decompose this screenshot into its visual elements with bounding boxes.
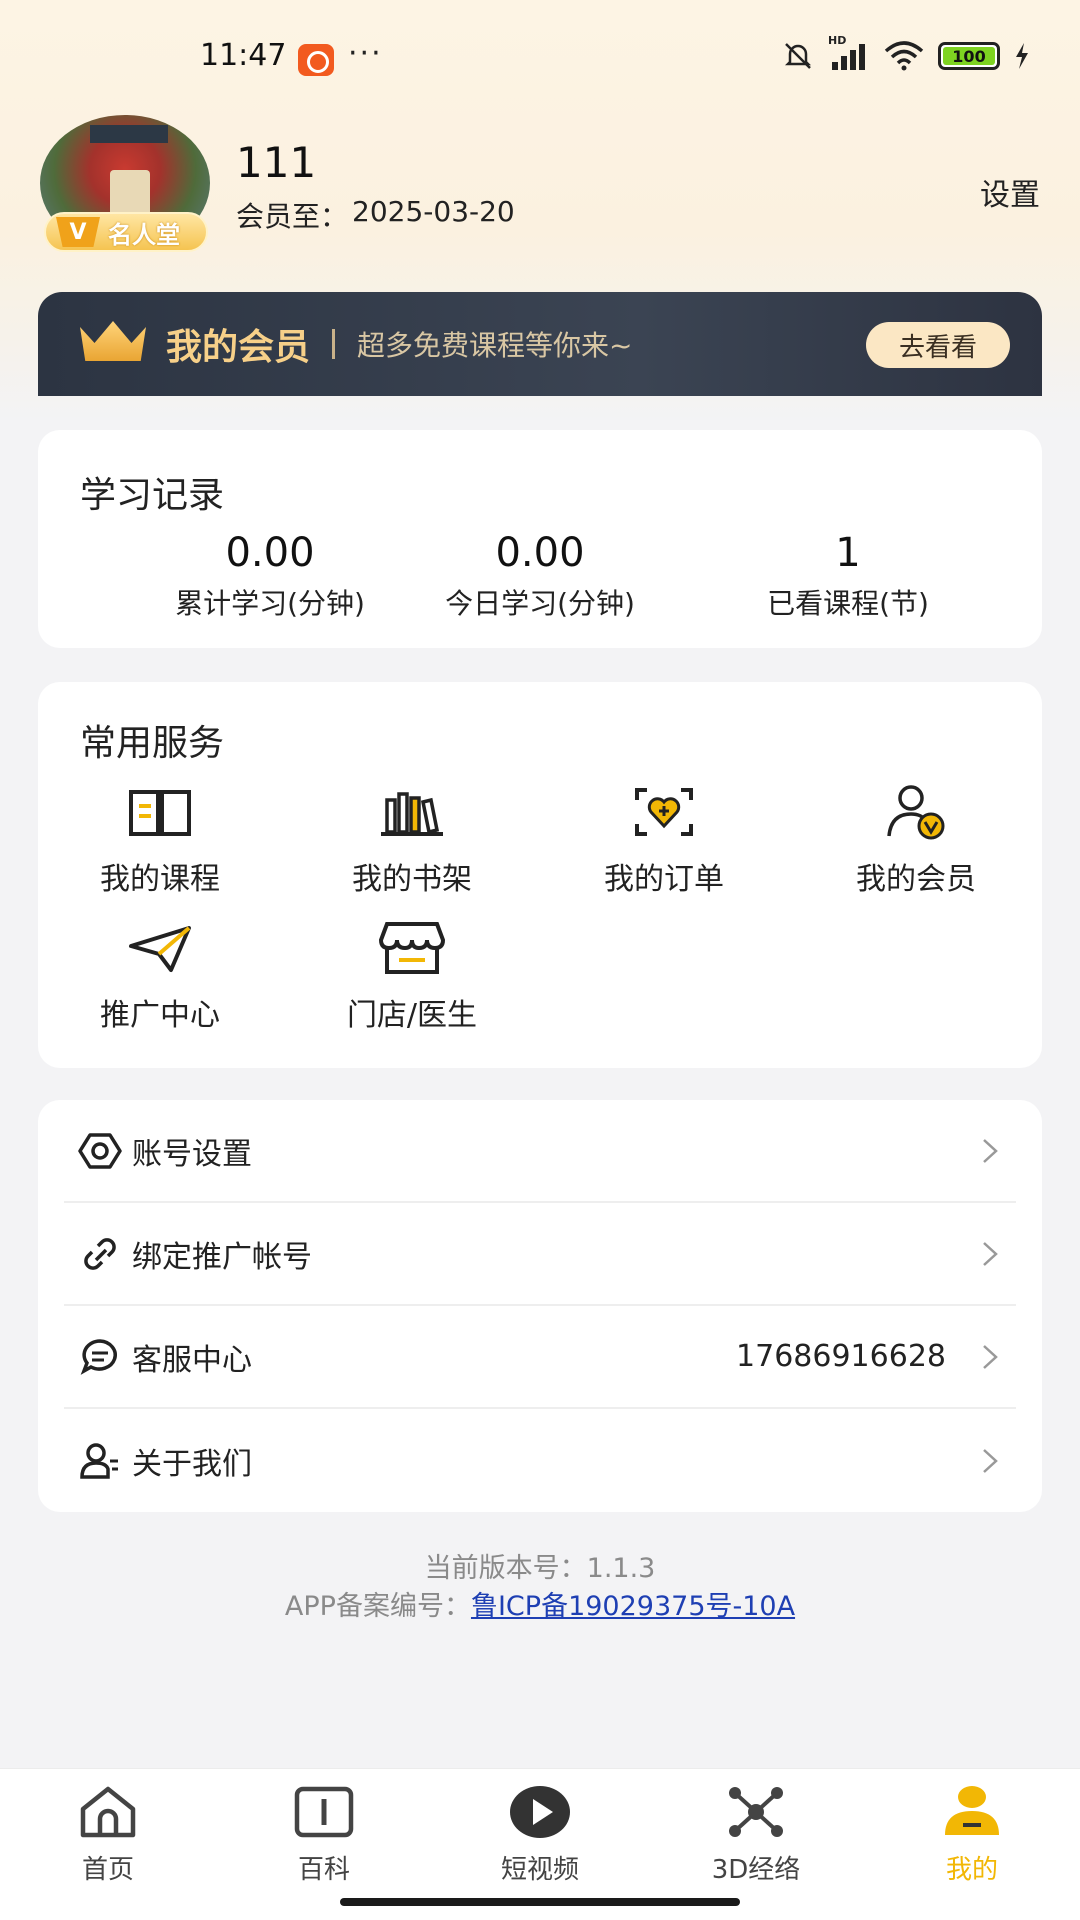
service-store-doctor[interactable]: 门店/医生 — [312, 918, 512, 1034]
customer-service-phone[interactable]: 17686916628 — [736, 1339, 946, 1374]
app-notification-icon — [298, 44, 334, 76]
tab-label: 百科 — [297, 1855, 350, 1885]
banner-divider — [332, 329, 336, 359]
menu-label: 绑定推广帐号 — [132, 1239, 312, 1275]
stat-value: 0.00 — [225, 530, 315, 576]
service-label: 我的课程 — [100, 862, 220, 897]
hall-of-fame-badge: V 名人堂 — [44, 212, 208, 252]
person-info-icon — [80, 1442, 118, 1479]
menu-customer-service[interactable]: 客服中心 17686916628 — [64, 1306, 1016, 1409]
service-my-bookshelf[interactable]: 我的书架 — [312, 782, 512, 898]
service-promotion-center[interactable]: 推广中心 — [60, 918, 260, 1034]
settings-button[interactable]: 设置 — [980, 170, 1040, 214]
service-label: 我的书架 — [352, 862, 472, 897]
bookshelf-icon — [381, 792, 443, 836]
signal-icon: HD — [828, 34, 870, 72]
home-icon — [80, 1786, 136, 1838]
stat-value: 1 — [835, 530, 861, 576]
encyclopedia-icon — [294, 1786, 354, 1838]
stat-label: 已看课程(节) — [767, 587, 929, 620]
stat-today-minutes[interactable]: 0.00 今日学习(分钟) — [390, 530, 690, 622]
menu-bind-promotion-account[interactable]: 绑定推广帐号 — [64, 1203, 1016, 1306]
vip-v-icon: V — [56, 217, 100, 247]
username: 111 — [236, 138, 317, 187]
tab-label: 首页 — [81, 1855, 134, 1885]
settings-menu-card: 账号设置 绑定推广帐号 客服中心 17686916628 关于我们 — [38, 1100, 1042, 1512]
member-banner-subtitle: 超多免费课程等你来~ — [357, 329, 633, 362]
member-icon — [887, 785, 945, 840]
home-indicator — [340, 1898, 740, 1906]
member-expiry-prefix: 会员至： — [236, 200, 349, 233]
order-icon — [635, 788, 693, 836]
chevron-right-icon — [983, 1344, 998, 1369]
member-expiry: 会员至： 2025-03-20 — [236, 195, 515, 235]
chevron-right-icon — [983, 1448, 998, 1473]
tab-label: 我的 — [945, 1855, 998, 1885]
book-icon — [129, 790, 191, 836]
paper-plane-icon — [129, 926, 191, 972]
tab-label: 3D经络 — [711, 1855, 801, 1885]
charging-icon — [1016, 43, 1028, 69]
tab-label: 短视频 — [500, 1855, 579, 1885]
common-services-card: 常用服务 我的课程 我的书架 我的订单 我的会员 推广中心 门店/医生 — [38, 682, 1042, 1068]
menu-label: 账号设置 — [132, 1136, 252, 1172]
member-expiry-date: 2025-03-20 — [352, 195, 515, 228]
stat-value: 0.00 — [495, 530, 585, 576]
services-title: 常用服务 — [80, 723, 225, 764]
tab-home[interactable]: 首页 — [8, 1783, 208, 1886]
service-my-courses[interactable]: 我的课程 — [60, 782, 260, 898]
icp-record-link[interactable]: 鲁ICP备19029375号-10A — [471, 1591, 795, 1622]
menu-label: 关于我们 — [132, 1446, 252, 1482]
study-record-card: 学习记录 0.00 累计学习(分钟) 0.00 今日学习(分钟) 1 已看课程(… — [38, 430, 1042, 648]
tab-3d-meridians[interactable]: 3D经络 — [656, 1783, 856, 1886]
store-icon — [378, 922, 446, 974]
wifi-icon — [884, 41, 924, 71]
chevron-right-icon — [983, 1138, 998, 1163]
status-time: 11:47 — [200, 38, 287, 73]
tab-short-video[interactable]: 短视频 — [440, 1783, 640, 1886]
mute-bell-icon — [784, 43, 812, 69]
app-version: 当前版本号：1.1.3 — [424, 1553, 656, 1584]
service-my-orders[interactable]: 我的订单 — [564, 782, 764, 898]
play-icon — [510, 1786, 570, 1838]
service-label: 我的订单 — [604, 862, 724, 897]
link-icon — [84, 1237, 116, 1270]
service-label: 推广中心 — [100, 998, 220, 1033]
stat-label: 今日学习(分钟) — [445, 587, 635, 620]
service-my-membership[interactable]: 我的会员 — [816, 782, 1016, 898]
battery-level: 100 — [952, 46, 986, 66]
stat-total-minutes[interactable]: 0.00 累计学习(分钟) — [120, 530, 420, 622]
chevron-right-icon — [983, 1241, 998, 1266]
menu-label: 客服中心 — [132, 1342, 252, 1378]
icp-record-prefix: APP备案编号： — [284, 1591, 471, 1622]
chat-icon — [80, 1338, 117, 1375]
status-indicators: HD 100 — [782, 34, 1030, 72]
hexagon-settings-icon — [78, 1132, 122, 1169]
service-label: 我的会员 — [856, 862, 976, 897]
crown-icon — [80, 321, 146, 367]
menu-account-settings[interactable]: 账号设置 — [64, 1100, 1016, 1203]
badge-label: 名人堂 — [108, 220, 180, 249]
profile-icon — [945, 1786, 999, 1835]
menu-about-us[interactable]: 关于我们 — [64, 1409, 1016, 1512]
member-banner[interactable]: 我的会员 超多免费课程等你来~ 去看看 — [38, 292, 1042, 396]
stat-courses-watched[interactable]: 1 已看课程(节) — [698, 530, 998, 622]
study-record-title: 学习记录 — [80, 475, 225, 516]
stat-label: 累计学习(分钟) — [175, 587, 365, 620]
tab-mine[interactable]: 我的 — [872, 1783, 1072, 1886]
more-notifications-icon: ··· — [348, 36, 383, 71]
battery-icon: 100 — [938, 42, 1000, 70]
status-bar: 11:47 ··· HD 100 — [0, 0, 1080, 110]
service-label: 门店/医生 — [346, 998, 478, 1033]
molecule-icon — [729, 1787, 783, 1837]
view-member-button[interactable]: 去看看 — [866, 322, 1010, 368]
icp-record: APP备案编号：鲁ICP备19029375号-10A — [0, 1584, 1080, 1623]
tab-encyclopedia[interactable]: 百科 — [224, 1783, 424, 1886]
member-banner-title: 我的会员 — [166, 327, 311, 368]
